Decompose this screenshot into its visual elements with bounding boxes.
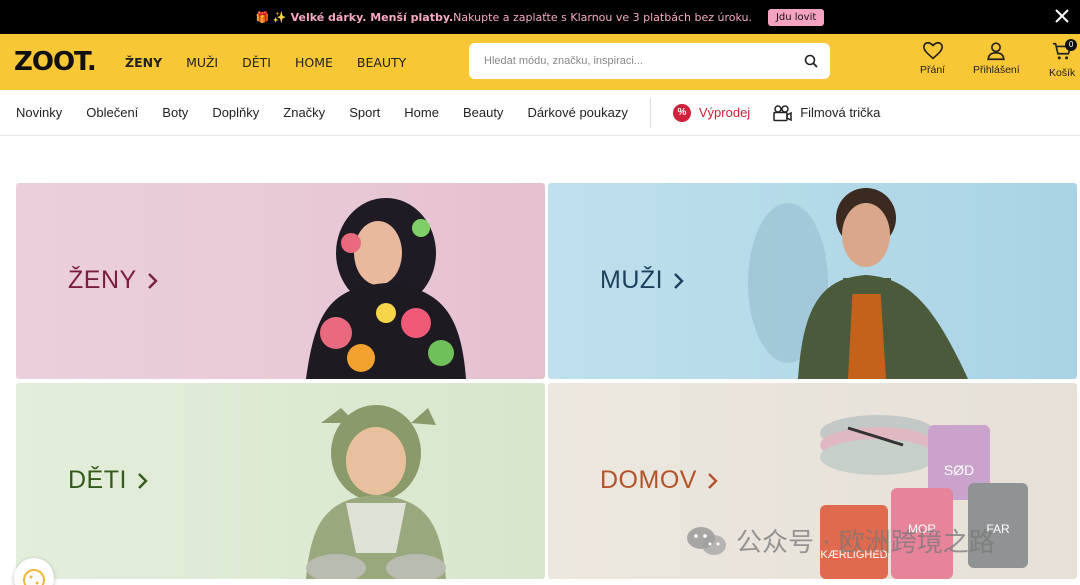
heart-icon xyxy=(922,41,943,60)
tile-muzi-text: MUŽI xyxy=(600,266,664,294)
tile-muzi-label: MUŽI xyxy=(600,266,685,295)
tile-deti[interactable]: DĚTI xyxy=(16,383,545,579)
mug-sod-text: SØD xyxy=(944,462,974,478)
promo-text: Nakupte a zaplaťte s Klarnou ve 3 platbá… xyxy=(453,10,752,24)
sale-link[interactable]: % Výprodej xyxy=(672,103,751,122)
tile-domov-label: DOMOV xyxy=(600,466,719,495)
chevron-right-icon xyxy=(138,472,148,489)
search-input[interactable] xyxy=(484,55,794,67)
cart-label: Košík xyxy=(1049,67,1076,79)
nav-muzi[interactable]: MUŽI xyxy=(186,55,218,70)
nav-home[interactable]: HOME xyxy=(295,55,333,70)
subnav-boty[interactable]: Boty xyxy=(162,105,188,120)
subnav-doplnky[interactable]: Doplňky xyxy=(212,105,259,120)
cookie-settings-button[interactable] xyxy=(14,558,54,585)
movie-tees-link[interactable]: Filmová trička xyxy=(772,104,880,122)
user-icon xyxy=(987,42,1006,61)
nav-deti[interactable]: DĚTI xyxy=(242,55,271,70)
subnav-divider xyxy=(649,97,651,128)
chevron-right-icon xyxy=(674,272,684,289)
subnav-znacky[interactable]: Značky xyxy=(283,105,325,120)
wishlist-label: Přání xyxy=(920,64,946,76)
tile-zeny-text: ŽENY xyxy=(68,266,137,294)
tile-domov-text: DOMOV xyxy=(600,466,697,494)
category-nav: Novinky Oblečení Boty Doplňky Značky Spo… xyxy=(0,90,1080,136)
tile-deti-label: DĚTI xyxy=(68,466,149,495)
chevron-right-icon xyxy=(147,272,158,289)
cart-count-badge: 0 xyxy=(1065,39,1078,51)
search-icon[interactable] xyxy=(804,54,818,68)
subnav-novinky[interactable]: Novinky xyxy=(16,105,62,120)
subnav-beauty[interactable]: Beauty xyxy=(463,105,503,120)
watermark-text: 公众号 · 欧洲跨境之路 xyxy=(736,528,995,558)
cart-button[interactable]: 0 Košík xyxy=(1049,39,1078,84)
close-icon[interactable] xyxy=(1054,8,1070,24)
gift-icon: 🎁 ✨ xyxy=(255,10,287,24)
wishlist-button[interactable]: Přání xyxy=(920,40,945,84)
cookie-icon xyxy=(23,569,45,585)
subnav-sport[interactable]: Sport xyxy=(349,105,380,120)
tile-zeny[interactable]: ŽENY xyxy=(16,183,545,379)
subnav-obleceni[interactable]: Oblečení xyxy=(86,105,138,120)
search-box xyxy=(469,43,830,79)
nav-beauty[interactable]: BEAUTY xyxy=(357,55,406,70)
promo-cta-button[interactable]: Jdu lovit xyxy=(767,8,825,26)
promo-bar: 🎁 ✨ Velké dárky. Menší platby. Nakupte a… xyxy=(0,0,1080,34)
tile-muzi[interactable]: MUŽI xyxy=(548,183,1077,379)
watermark: 公众号 · 欧洲跨境之路 xyxy=(686,522,995,559)
subnav-darkove-poukazy[interactable]: Dárkové poukazy xyxy=(527,105,627,120)
nav-zeny[interactable]: ŽENY xyxy=(125,55,162,70)
tile-deti-text: DĚTI xyxy=(68,466,127,494)
subnav-home[interactable]: Home xyxy=(404,105,439,120)
sale-label: Výprodej xyxy=(698,105,751,120)
main-nav: ŽENY MUŽI DĚTI HOME BEAUTY xyxy=(125,34,406,90)
movie-tees-label: Filmová trička xyxy=(800,105,881,120)
zoot-logo[interactable]: ZOOT. xyxy=(14,47,97,77)
film-camera-icon xyxy=(773,104,792,121)
percent-icon: % xyxy=(672,103,691,122)
wechat-icon xyxy=(687,526,726,555)
login-label: Přihlášení xyxy=(973,64,1020,76)
promo-headline: Velké dárky. Menší platby. xyxy=(290,10,454,24)
login-button[interactable]: Přihlášení xyxy=(973,40,1020,84)
chevron-right-icon xyxy=(708,472,718,489)
main-header: ZOOT. ŽENY MUŽI DĚTI HOME BEAUTY Přání P… xyxy=(0,34,1080,90)
tile-zeny-label: ŽENY xyxy=(68,266,159,295)
